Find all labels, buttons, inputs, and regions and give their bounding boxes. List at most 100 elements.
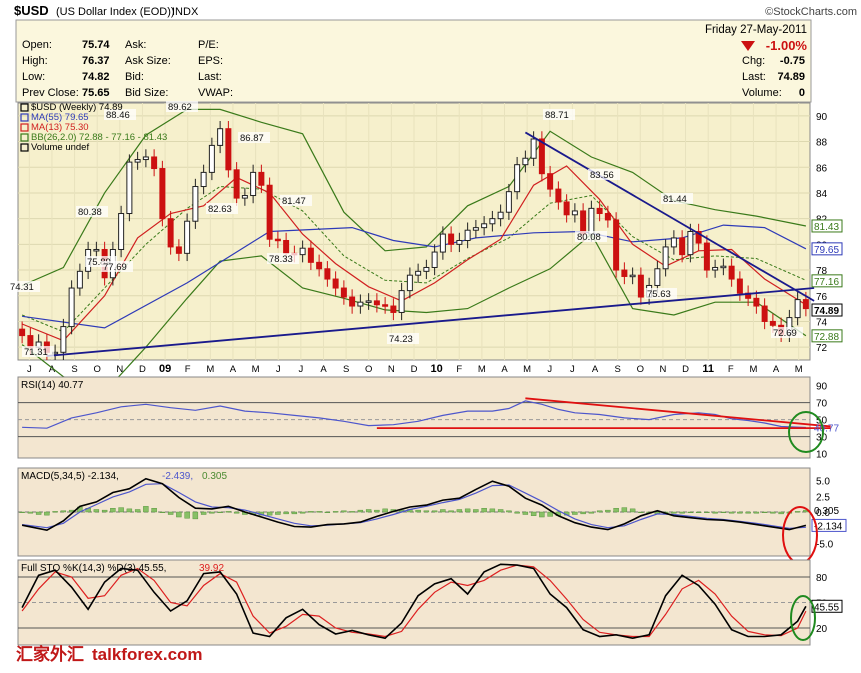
- macd-hist-bar: [431, 510, 438, 513]
- symbol-label: $USD: [14, 3, 49, 18]
- annotation-label: 78.33: [269, 254, 293, 265]
- macd-hist-bar: [448, 510, 454, 513]
- candle-body: [324, 268, 331, 280]
- candle-body: [167, 218, 174, 248]
- candle-body: [505, 191, 512, 213]
- quote-label: VWAP:: [198, 87, 233, 99]
- candle-body: [68, 287, 75, 328]
- candle-body: [464, 229, 471, 241]
- price-x-tick: M: [749, 364, 757, 375]
- annotation-label: 88.71: [545, 110, 569, 121]
- macd-hist-bar: [159, 511, 166, 514]
- candle-body: [596, 207, 603, 215]
- candle-body: [530, 138, 537, 159]
- candle-body: [266, 184, 273, 240]
- candle-body: [497, 211, 504, 220]
- macd-hist-bar: [489, 508, 496, 513]
- rsi-panel-bg: [17, 376, 811, 459]
- quote-label: Prev Close:: [22, 87, 79, 99]
- macd-hist-bar: [712, 511, 718, 514]
- annotation-label: 74.23: [389, 334, 413, 345]
- macd-hist-bar: [382, 508, 388, 513]
- candle-body: [728, 265, 735, 280]
- right-value-label: 81.43: [814, 222, 839, 233]
- candle-body: [382, 304, 389, 307]
- candle-body: [522, 157, 529, 166]
- macd-hist-bar: [687, 511, 694, 514]
- quote-label: Low:: [22, 71, 45, 83]
- macd-right-label: -2.134: [814, 521, 843, 532]
- candle-body: [720, 265, 727, 269]
- annotation-label: 81.44: [663, 194, 687, 205]
- rsi-y-tick: 70: [816, 399, 828, 410]
- candle-body: [456, 239, 463, 245]
- candle-body: [629, 274, 636, 278]
- watermark-label: ©StockCharts.com: [765, 6, 857, 18]
- candle-body: [406, 274, 413, 292]
- macd-hist-bar: [291, 511, 298, 515]
- quote-value: 74.89: [777, 71, 805, 83]
- quote-label: Bid Size:: [125, 87, 168, 99]
- candle-body: [60, 326, 67, 353]
- quote-label: Open:: [22, 39, 52, 51]
- candle-body: [662, 246, 669, 270]
- macd-y-tick: 5.0: [816, 477, 830, 488]
- macd-hist-bar: [316, 511, 322, 513]
- price-y-tick: 88: [816, 138, 828, 149]
- price-x-tick: A: [320, 364, 327, 375]
- candle-body: [299, 247, 306, 256]
- macd-hist-bar: [728, 511, 735, 514]
- price-x-tick: A: [773, 364, 780, 375]
- candle-body: [712, 266, 719, 271]
- rsi-panel: 1030507090RSI(14) 40.7740.77: [17, 376, 839, 461]
- macd-hist-bar: [605, 509, 611, 513]
- macd-hist-bar: [580, 511, 586, 515]
- price-x-tick: D: [411, 364, 418, 375]
- macd-hist-bar: [745, 511, 751, 514]
- macd-hist-bar: [522, 511, 529, 515]
- pct-change-label: -1.00%: [766, 38, 808, 53]
- candle-body: [93, 248, 100, 252]
- macd-hist-bar: [481, 508, 487, 513]
- right-value-label: 77.16: [814, 277, 839, 288]
- price-x-tick: A: [230, 364, 237, 375]
- macd-hist-bar: [737, 511, 743, 514]
- price-x-tick: O: [365, 364, 372, 375]
- macd-hist-bar: [695, 511, 702, 514]
- candle-body: [200, 171, 207, 188]
- candle-body: [307, 247, 314, 263]
- candle-body: [398, 290, 405, 313]
- macd-hist-bar: [176, 511, 182, 518]
- price-x-tick: N: [388, 364, 395, 375]
- candle-body: [192, 186, 199, 222]
- price-x-tick: 10: [431, 363, 443, 375]
- macd-hist-bar: [349, 511, 355, 513]
- sto-y-tick: 80: [816, 573, 828, 584]
- macd-hist-bar: [126, 508, 133, 513]
- price-y-tick: 90: [816, 112, 828, 123]
- candle-body: [274, 238, 281, 242]
- quote-label: P/E:: [198, 39, 219, 51]
- macd-hist-bar: [299, 511, 306, 514]
- price-x-tick: J: [298, 364, 303, 375]
- macd-hist-bar: [365, 509, 372, 513]
- candle-body: [563, 201, 570, 216]
- macd-hist-bar: [192, 511, 199, 520]
- macd-hist-bar: [629, 508, 636, 513]
- symbol-name-label: (US Dollar Index (EOD)): [56, 6, 175, 18]
- candle-body: [794, 299, 801, 319]
- macd-hist-bar: [415, 509, 421, 513]
- candle-body: [588, 207, 595, 235]
- macd-y-tick: 2.5: [816, 492, 830, 503]
- price-x-tick: F: [728, 364, 734, 375]
- quote-value: 74.82: [82, 71, 110, 83]
- macd-hist-bar: [464, 508, 471, 513]
- candle-body: [613, 219, 620, 271]
- right-value-label: 79.65: [814, 245, 839, 256]
- candle-body: [217, 128, 224, 146]
- macd-hist-bar: [473, 509, 479, 513]
- macd-hist-bar: [704, 511, 710, 514]
- quote-label: EPS:: [198, 55, 223, 67]
- quote-value: -0.75: [780, 55, 805, 67]
- candle-body: [621, 269, 628, 277]
